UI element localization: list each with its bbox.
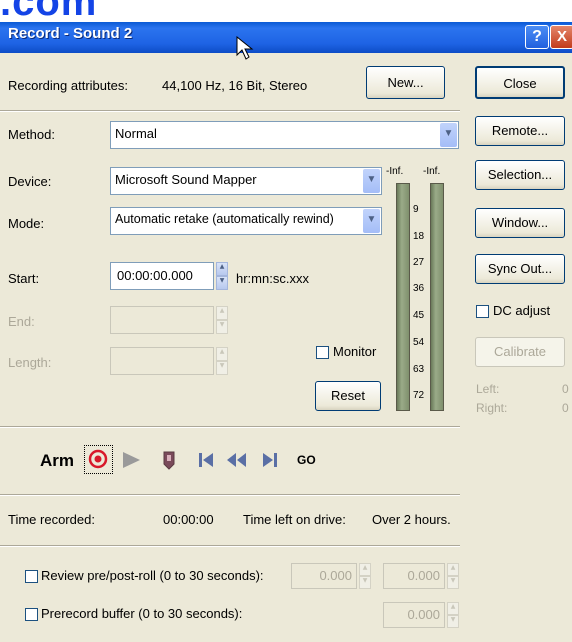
meter-scale-tick: 72 [413,390,425,401]
selection-button[interactable]: Selection... [475,160,565,190]
play-icon[interactable] [120,449,142,471]
prerecord-checkbox[interactable] [25,608,38,621]
prerecord-label: Prerecord buffer (0 to 30 seconds): [41,606,243,621]
window-button[interactable]: Window... [475,208,565,238]
recording-attributes-value: 44,100 Hz, 16 Bit, Stereo [162,78,308,93]
chevron-down-icon[interactable]: ▼ [363,169,380,193]
end-spinner[interactable]: ▲ ▼ [216,306,228,334]
recording-attributes-label: Recording attributes: [8,78,128,93]
right-label: Right: [476,401,508,415]
start-input[interactable]: 00:00:00.000 [110,262,214,290]
time-left-label: Time left on drive: [243,512,346,527]
arm-label: Arm [40,451,75,470]
left-value: 0 [562,382,569,396]
right-level-meter [430,183,444,411]
mode-label: Mode: [8,216,45,231]
left-peak-label: -Inf. [386,166,404,177]
length-input[interactable] [110,347,214,375]
calibrate-button[interactable]: Calibrate [475,337,565,367]
meter-scale-tick: 36 [413,283,425,294]
right-peak-label: -Inf. [423,166,441,177]
review-post-spinner[interactable]: ▲ ▼ [447,563,459,589]
meter-scale-tick: 18 [413,231,425,242]
dc-adjust-checkbox[interactable] [476,305,489,318]
banner-text: .com [0,0,98,22]
time-recorded-value: 00:00:00 [163,512,214,527]
prerecord-value: 0.000 [407,607,440,622]
end-label: End: [8,314,35,329]
window-title: Record - Sound 2 [8,25,133,42]
meter-scale-tick: 27 [413,257,425,268]
dc-adjust-label: DC adjust [493,303,551,318]
meter-scale-tick: 54 [413,337,425,348]
marker-icon[interactable] [160,449,178,471]
review-pre-value: 0.000 [319,568,352,583]
review-checkbox[interactable] [25,570,38,583]
review-pre-input[interactable]: 0.000 [291,563,357,589]
separator [0,426,460,428]
separator [0,545,460,547]
monitor-label: Monitor [333,344,377,359]
meter-scale-tick: 45 [413,310,425,321]
prerecord-input[interactable]: 0.000 [383,602,445,628]
banner-fragment: .com [0,0,572,22]
mouse-cursor-icon [236,36,254,60]
record-button[interactable] [84,445,113,474]
chevron-down-icon[interactable]: ▼ [363,209,380,233]
go-button[interactable]: GO [297,453,316,467]
meter-scale-tick: 9 [413,204,419,215]
method-dropdown[interactable]: Normal ▼ [110,121,459,149]
chevron-down-icon[interactable]: ▼ [440,123,457,147]
mode-dropdown[interactable]: Automatic retake (automatically rewind) … [110,207,382,235]
go-to-end-icon[interactable] [260,450,280,470]
rewind-icon[interactable] [225,450,249,470]
close-button[interactable]: Close [475,66,565,99]
reset-button[interactable]: Reset [315,381,381,411]
new-button[interactable]: New... [366,66,445,99]
device-value: Microsoft Sound Mapper [115,172,257,187]
monitor-checkbox[interactable] [316,346,329,359]
length-spinner[interactable]: ▲ ▼ [216,347,228,375]
review-label: Review pre/post-roll (0 to 30 seconds): [41,568,264,583]
start-label: Start: [8,271,40,286]
left-level-meter [396,183,410,411]
time-format-label: hr:mn:sc.xxx [236,271,309,286]
method-label: Method: [8,127,55,142]
close-window-button[interactable]: X [550,25,572,49]
go-to-start-icon[interactable] [196,450,216,470]
sync-out-button[interactable]: Sync Out... [475,254,565,284]
method-value: Normal [115,126,157,141]
separator [0,110,460,112]
device-dropdown[interactable]: Microsoft Sound Mapper ▼ [110,167,382,195]
mode-value: Automatic retake (automatically rewind) [115,212,334,226]
end-input[interactable] [110,306,214,334]
record-icon [88,449,108,469]
remote-button[interactable]: Remote... [475,116,565,146]
start-value: 00:00:00.000 [117,268,193,283]
prerecord-spinner[interactable]: ▲ ▼ [447,602,459,628]
review-pre-spinner[interactable]: ▲ ▼ [359,563,371,589]
review-post-value: 0.000 [407,568,440,583]
left-label: Left: [476,382,500,396]
time-left-value: Over 2 hours. [372,512,451,527]
right-value: 0 [562,401,569,415]
review-post-input[interactable]: 0.000 [383,563,445,589]
separator [0,494,460,496]
help-button[interactable]: ? [525,25,549,49]
device-label: Device: [8,174,52,189]
start-spinner[interactable]: ▲ ▼ [216,262,228,290]
length-label: Length: [8,355,52,370]
meter-scale-tick: 63 [413,364,425,375]
time-recorded-label: Time recorded: [8,512,95,527]
